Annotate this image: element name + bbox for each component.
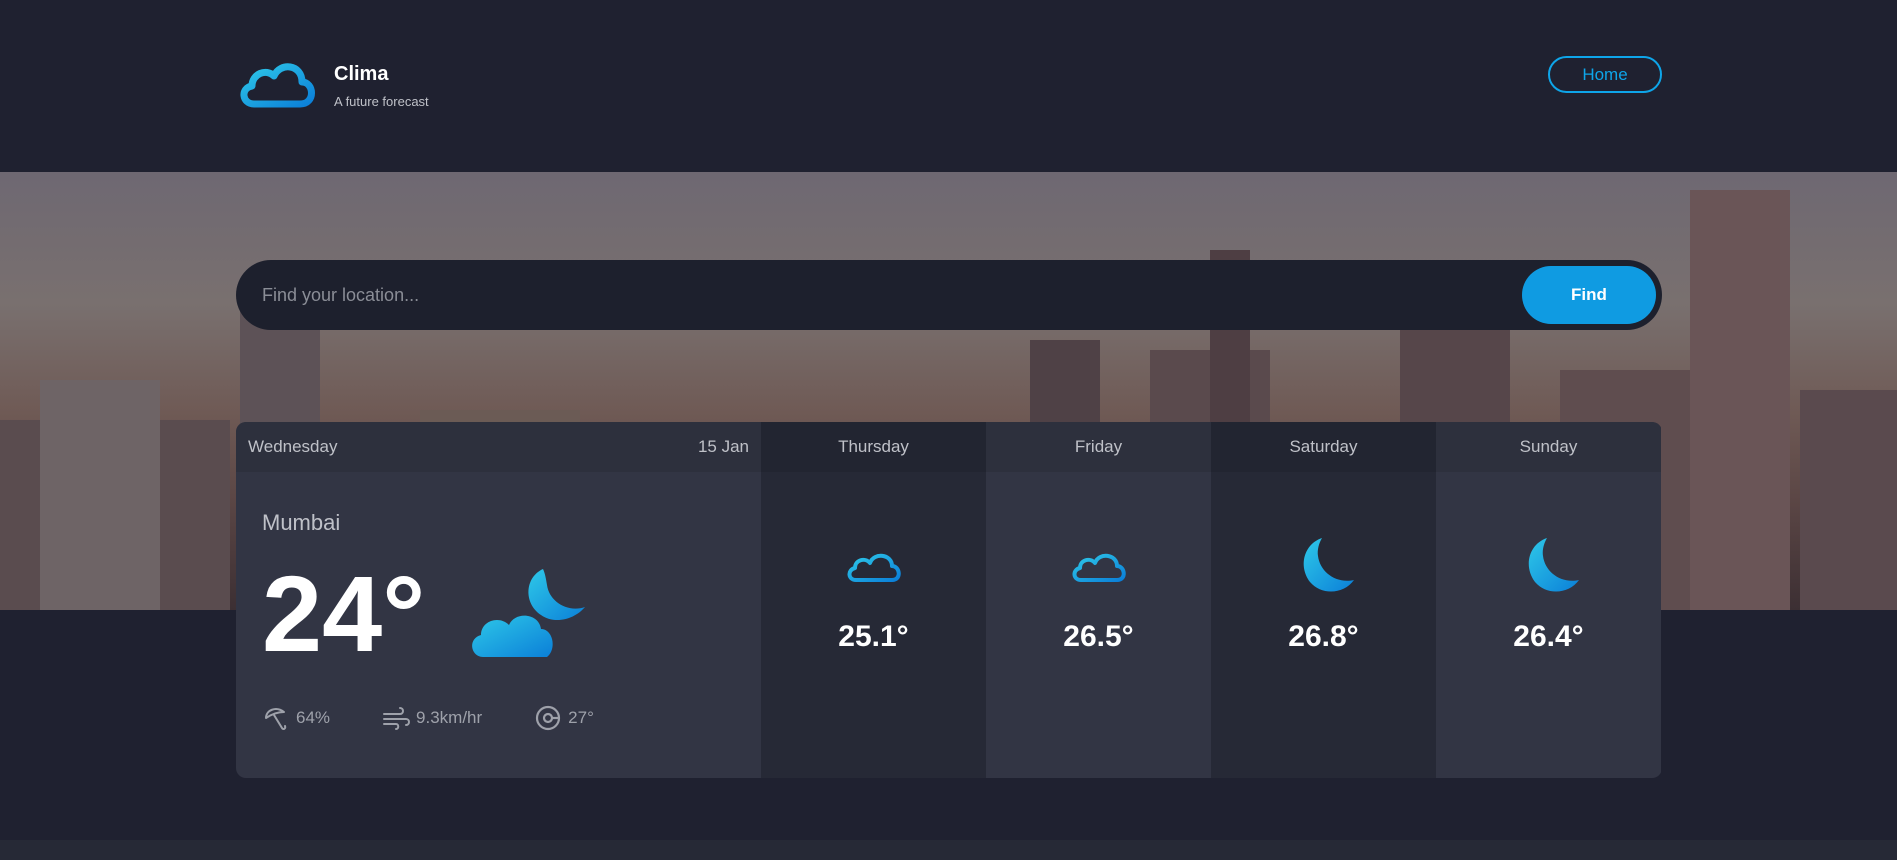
location-search-input[interactable]	[236, 260, 1522, 330]
moon-icon	[1528, 538, 1579, 592]
cloud-icon	[847, 553, 901, 582]
cloud-moon-icon	[472, 569, 586, 657]
forecast-temperature: 25.1°	[838, 620, 909, 653]
forecast-day-card: Thursday 25.1°	[761, 422, 986, 778]
forecast-day-name: Thursday	[761, 422, 986, 472]
home-button[interactable]: Home	[1548, 56, 1662, 93]
moon-icon	[1303, 538, 1354, 592]
forecast-temperature: 26.5°	[1063, 620, 1134, 653]
brand-tagline: A future forecast	[334, 94, 429, 109]
find-button[interactable]: Find	[1522, 266, 1656, 324]
direction-metric: 27°	[534, 704, 594, 732]
brand-title: Clima	[334, 63, 389, 85]
compass-icon	[536, 705, 561, 731]
forecast-temperature: 26.4°	[1513, 620, 1584, 653]
forecast-day-card: Friday 26.5°	[986, 422, 1211, 778]
forecast-day-name: Sunday	[1436, 422, 1661, 472]
wind-value: 9.3km/hr	[416, 708, 483, 727]
forecast-day-name: Saturday	[1211, 422, 1436, 472]
today-date: 15 Jan	[697, 437, 749, 456]
humidity-metric: 64%	[262, 704, 330, 732]
forecast-day-card: Sunday 26.4°	[1436, 422, 1661, 778]
wind-metric: 9.3km/hr	[382, 704, 482, 732]
location-search-bar: Find	[236, 260, 1662, 330]
forecast-panel: Wednesday 15 Jan Mumbai 24° 64% 9.3km/hr…	[236, 422, 1662, 778]
humidity-value: 64%	[296, 708, 331, 727]
current-temperature: 24°	[262, 553, 426, 674]
wind-icon	[383, 707, 411, 730]
footer	[0, 840, 1897, 860]
direction-value: 27°	[568, 708, 594, 727]
forecast-day-card: Saturday 26.8°	[1211, 422, 1436, 778]
forecast-day-name: Friday	[986, 422, 1211, 472]
today-day: Wednesday	[248, 437, 338, 456]
logo[interactable]: Clima A future forecast	[236, 58, 429, 110]
today-header: Wednesday 15 Jan	[236, 422, 761, 472]
cloud-icon	[1072, 553, 1126, 582]
today-card: Wednesday 15 Jan Mumbai 24° 64% 9.3km/hr…	[236, 422, 761, 778]
city-name: Mumbai	[262, 510, 341, 535]
cloud-logo-icon	[240, 63, 315, 108]
site-header: Clima A future forecast Home	[0, 0, 1897, 172]
umbrella-icon	[265, 708, 287, 731]
forecast-temperature: 26.8°	[1288, 620, 1359, 653]
